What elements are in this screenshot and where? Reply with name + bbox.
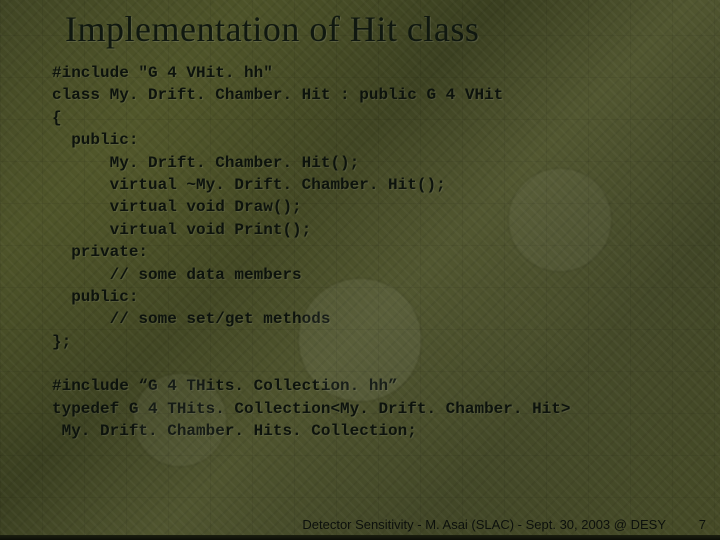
slide-title: Implementation of Hit class [65,8,479,50]
code-block: #include "G 4 VHit. hh" class My. Drift.… [52,62,680,443]
footer-text: Detector Sensitivity - M. Asai (SLAC) - … [302,517,666,532]
bottom-bar [0,535,720,540]
page-number: 7 [699,517,706,532]
slide: Implementation of Hit class #include "G … [0,0,720,540]
